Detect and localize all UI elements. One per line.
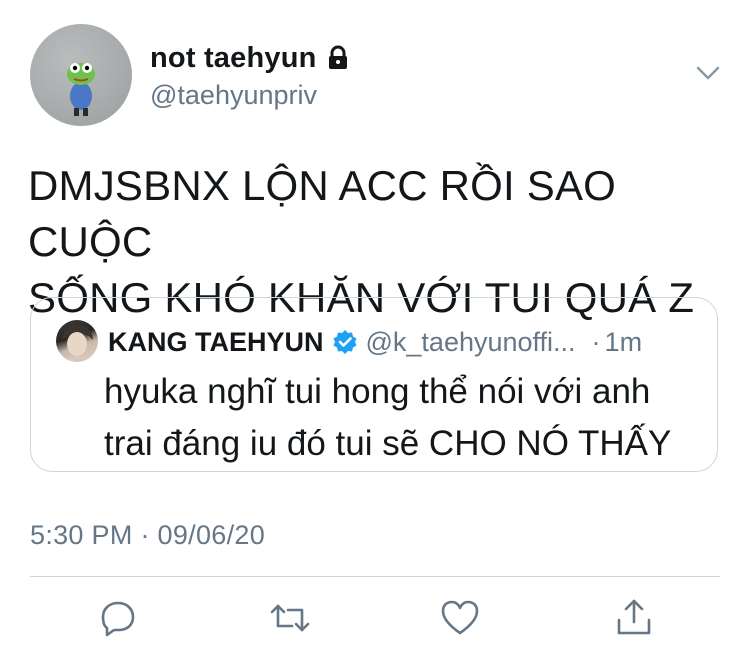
- like-button[interactable]: [438, 596, 482, 640]
- avatar-image: [67, 63, 95, 116]
- author-display-name[interactable]: not taehyun: [150, 42, 317, 75]
- reply-button[interactable]: [96, 596, 140, 640]
- heart-icon: [441, 600, 479, 635]
- tweet-text-line: DMJSBNX LỘN ACC RỒI SAO CUỘC: [28, 162, 617, 265]
- quoted-header: KANG TAEHYUN @k_taehyunoffi... · 1m: [108, 324, 642, 360]
- reply-icon: [101, 601, 135, 637]
- tweet-timestamp[interactable]: 5:30 PM · 09/06/20: [30, 520, 265, 551]
- author-handle[interactable]: @taehyunpriv: [150, 80, 317, 111]
- chevron-down-icon[interactable]: [694, 62, 722, 84]
- quoted-avatar-image: [60, 324, 94, 362]
- quoted-author-handle: @k_taehyunoffi...: [365, 326, 576, 357]
- quoted-text-line: hyuka nghĩ tui hong thể nói với anh: [104, 372, 651, 411]
- retweet-button[interactable]: [268, 596, 312, 640]
- actions-divider: [30, 576, 720, 577]
- author-name-row[interactable]: not taehyun: [150, 40, 349, 76]
- share-icon: [617, 599, 651, 635]
- share-button[interactable]: [612, 596, 656, 640]
- retweet-icon: [270, 604, 310, 632]
- quoted-text: hyuka nghĩ tui hong thể nói với anh trai…: [104, 366, 704, 470]
- quoted-separator: ·: [591, 326, 601, 357]
- author-avatar[interactable]: [30, 24, 132, 126]
- quoted-author-name: KANG TAEHYUN: [108, 326, 324, 357]
- quoted-time: 1m: [604, 326, 643, 357]
- lock-icon: [328, 45, 347, 69]
- verified-badge-icon: [333, 330, 356, 354]
- action-bar: [0, 596, 750, 646]
- quoted-text-line: trai đáng iu đó tui sẽ CHO NÓ THẤY: [104, 424, 672, 463]
- quoted-author-avatar: [56, 320, 98, 362]
